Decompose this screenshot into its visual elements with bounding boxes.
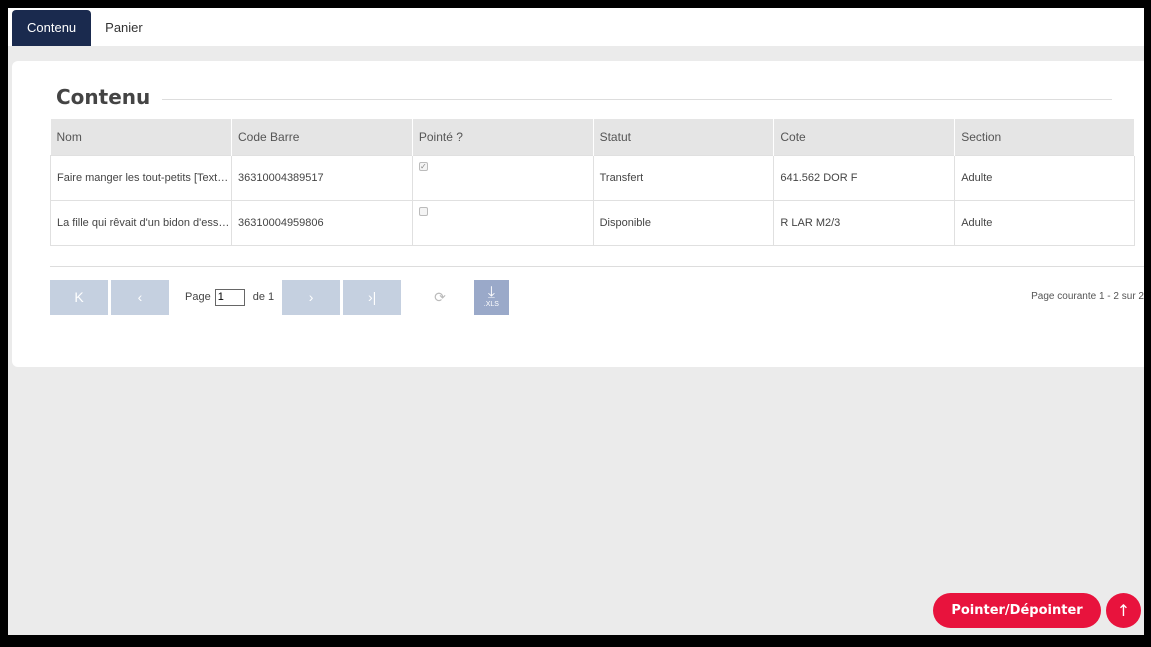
export-xls-button[interactable]: ⤓ .XLS bbox=[473, 279, 509, 315]
cell-cote: 641.562 DOR F bbox=[773, 154, 956, 201]
arrow-up-icon: ↑ bbox=[1116, 601, 1131, 620]
column-header-section[interactable]: Section bbox=[954, 119, 1135, 155]
page-number-input[interactable] bbox=[214, 288, 245, 306]
cell-statut: Disponible bbox=[592, 199, 775, 246]
tab-contenu[interactable]: Contenu bbox=[12, 10, 92, 46]
pointer-depointer-button[interactable]: Pointer/Dépointer bbox=[933, 593, 1101, 628]
page-label: Page bbox=[185, 291, 211, 303]
pager: K ‹ Page de 1 › ›| ⟳ ⤓ .XLS bbox=[50, 279, 509, 315]
column-header-cote[interactable]: Cote bbox=[773, 119, 956, 155]
content-table: Nom Code Barre Pointé ? Statut Cote Sect… bbox=[50, 119, 1135, 246]
refresh-icon[interactable]: ⟳ bbox=[434, 289, 446, 306]
section-title: Contenu bbox=[56, 85, 163, 109]
last-page-icon: ›| bbox=[367, 289, 377, 305]
scroll-top-button[interactable]: ↑ bbox=[1106, 593, 1141, 628]
app-viewport: Contenu Panier Contenu Nom Code Barre Po… bbox=[8, 8, 1144, 635]
column-header-statut[interactable]: Statut bbox=[593, 119, 775, 155]
pointe-checkbox-unchecked bbox=[418, 206, 428, 216]
cell-cote: R LAR M2/3 bbox=[773, 199, 956, 246]
cell-nom: Faire manger les tout-petits [Texte imp.… bbox=[50, 154, 232, 201]
cell-section: Adulte bbox=[954, 199, 1135, 246]
last-page-button[interactable]: ›| bbox=[343, 279, 402, 315]
first-page-icon: K bbox=[74, 289, 84, 305]
page-count-label: de 1 bbox=[252, 291, 275, 303]
content-card: Contenu Nom Code Barre Pointé ? Statut C… bbox=[12, 61, 1144, 367]
tab-bar: Contenu Panier bbox=[8, 8, 1144, 46]
column-header-nom[interactable]: Nom bbox=[50, 119, 232, 155]
cell-nom: La fille qui rêvait d'un bidon d'essence… bbox=[50, 199, 232, 246]
table-row[interactable]: La fille qui rêvait d'un bidon d'essence… bbox=[50, 199, 1135, 246]
cell-statut: Transfert bbox=[592, 154, 775, 201]
column-header-pointe[interactable]: Pointé ? bbox=[412, 119, 594, 155]
table-header-row: Nom Code Barre Pointé ? Statut Cote Sect… bbox=[50, 119, 1135, 155]
cell-code-barre: 36310004389517 bbox=[231, 154, 413, 201]
cell-pointe bbox=[411, 199, 594, 246]
cell-code-barre: 36310004959806 bbox=[231, 199, 413, 246]
pager-divider bbox=[50, 266, 1144, 267]
column-header-code-barre[interactable]: Code Barre bbox=[231, 119, 413, 155]
tab-panier[interactable]: Panier bbox=[91, 10, 157, 46]
pointe-checkbox-checked: ✓ bbox=[418, 161, 428, 171]
title-divider bbox=[56, 99, 1112, 100]
page-info: Page courante 1 - 2 sur 2 bbox=[1031, 291, 1144, 302]
first-page-button[interactable]: K bbox=[50, 279, 108, 315]
next-page-icon: › bbox=[308, 289, 314, 305]
cell-section: Adulte bbox=[954, 154, 1135, 201]
table-row[interactable]: Faire manger les tout-petits [Texte imp.… bbox=[50, 154, 1135, 201]
next-page-button[interactable]: › bbox=[282, 279, 341, 315]
prev-page-button[interactable]: ‹ bbox=[111, 279, 169, 315]
download-xls-icon: ⤓ bbox=[487, 284, 495, 301]
export-xls-label: .XLS bbox=[483, 301, 499, 308]
prev-page-icon: ‹ bbox=[137, 289, 143, 305]
cell-pointe: ✓ bbox=[411, 154, 594, 201]
